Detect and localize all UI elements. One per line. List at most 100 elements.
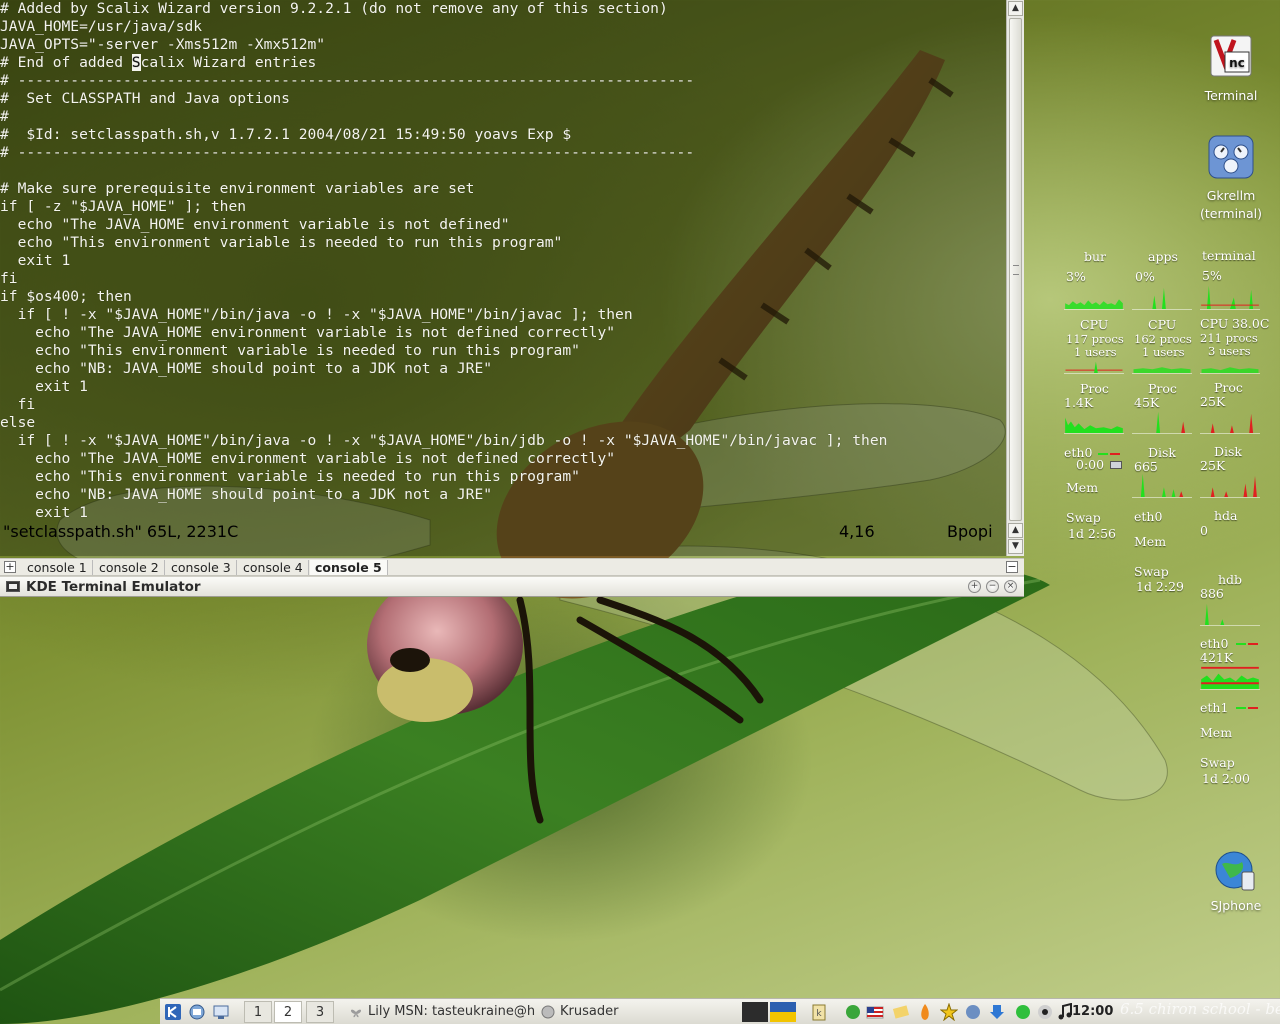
hda-value: 0 [1200, 523, 1208, 538]
desktop-icon-terminal[interactable]: nc Terminal [1196, 34, 1266, 105]
terminal-line: else [0, 414, 36, 431]
keyboard-layout-flag-icon[interactable] [770, 1002, 796, 1022]
eth0-rx-led-icon [1236, 643, 1246, 645]
window-title-bar[interactable]: KDE Terminal Emulator + − × [0, 576, 1024, 597]
svg-text:nc: nc [1229, 56, 1245, 70]
maximize-icon[interactable]: + [968, 580, 981, 593]
scroll-up-arrow-lower-icon[interactable]: ▲ [1008, 523, 1023, 538]
uptime: 1d 2:29 [1136, 579, 1184, 594]
mem-label: Mem [1066, 480, 1099, 495]
pager-desktop-3[interactable]: 3 [306, 1001, 334, 1023]
window-title: KDE Terminal Emulator [26, 579, 201, 595]
terminal-cursor: S [131, 54, 141, 71]
eth0-tx-led-icon [1248, 643, 1258, 645]
sjphone-globe-icon [1215, 851, 1255, 891]
terminal-line: echo "NB: JAVA_HOME should point to a JD… [0, 360, 493, 377]
msn-butterfly-icon [350, 1009, 362, 1018]
terminal-line: if $os400; then [0, 288, 132, 305]
terminal-line: echo "This environment variable is neede… [0, 234, 563, 251]
terminal-line: exit 1 [0, 504, 88, 521]
proc-label: Proc [1214, 380, 1243, 395]
host-label: apps [1148, 249, 1178, 264]
desktop-icon-sjphone[interactable]: SJphone [1200, 846, 1272, 915]
load-graph [1064, 361, 1124, 374]
terminal-scrollbar[interactable]: ▲ ▲ ▼ [1006, 0, 1024, 556]
eye-icon[interactable] [1036, 1003, 1054, 1021]
terminal-line: exit 1 [0, 378, 88, 395]
klipper-icon[interactable]: k [810, 1003, 828, 1021]
scroll-down-arrow-icon[interactable]: ▼ [1008, 539, 1023, 554]
globe-icon[interactable] [964, 1003, 982, 1021]
flame-icon[interactable] [916, 1003, 934, 1021]
tab-console-5[interactable]: console 5 [310, 560, 388, 575]
us-flag-icon[interactable] [866, 1003, 884, 1021]
tab-console-1[interactable]: console 1 [22, 560, 93, 575]
proc-graph [1132, 411, 1192, 434]
cpu-percent: 0% [1135, 269, 1155, 284]
gkrellm-icon [1208, 135, 1254, 179]
hda-label: hda [1214, 508, 1238, 523]
disk-graph [1200, 475, 1260, 498]
vim-status-line: "setclasspath.sh" 65L, 2231C 4,16 Врорі [0, 522, 1006, 541]
clock[interactable]: 12:00 [1072, 1004, 1113, 1019]
terminal-line: echo "NB: JAVA_HOME should point to a JD… [0, 486, 493, 503]
eth0-label: eth0 [1200, 636, 1229, 651]
mem-label: Mem [1200, 725, 1233, 740]
proc-value: 25K [1200, 394, 1226, 409]
tab-console-4[interactable]: console 4 [238, 560, 309, 575]
disk-graph [1132, 473, 1192, 498]
tab-console-2[interactable]: console 2 [94, 560, 165, 575]
network-icon[interactable] [844, 1003, 862, 1021]
green-status-icon[interactable] [1014, 1003, 1032, 1021]
cpu-graph [1200, 285, 1260, 310]
scroll-up-arrow-icon[interactable]: ▲ [1008, 1, 1023, 16]
minimize-icon[interactable]: − [986, 580, 999, 593]
star-icon[interactable] [940, 1003, 958, 1021]
download-arrow-icon[interactable] [988, 1003, 1006, 1021]
eth1-label: eth1 [1200, 700, 1229, 715]
terminal-line: echo "The JAVA_HOME environment variable… [0, 216, 510, 233]
close-icon[interactable]: × [1004, 580, 1017, 593]
terminal-line: # Added by Scalix Wizard version 9.2.2.1… [0, 0, 668, 17]
new-tab-icon[interactable]: + [4, 561, 16, 573]
desktop-icon-label-line2: (terminal) [1200, 206, 1262, 221]
cpu-label: CPU [1148, 317, 1177, 332]
swap-label: Swap [1066, 510, 1101, 525]
swap-label: Swap [1134, 564, 1169, 579]
show-desktop-icon[interactable] [188, 1003, 206, 1021]
task-button-msn[interactable]: Lily MSN: tasteukraine@h [346, 1001, 536, 1023]
hdb-value: 886 [1200, 586, 1224, 601]
wallpaper-credit-text: 6.5 chiron school - belgrade [1120, 1000, 1280, 1018]
terminal-line: # Set CLASSPATH and Java options [0, 90, 290, 107]
eth0-rx-led-icon [1098, 453, 1108, 455]
task-button-krusader[interactable]: Krusader [538, 1001, 698, 1023]
scrollbar-thumb[interactable] [1009, 18, 1022, 521]
terminal-line: fi [0, 396, 36, 413]
task-button-label: Krusader [560, 1004, 619, 1019]
desktop-icon-gkrellm[interactable]: Gkrellm (terminal) [1194, 132, 1268, 223]
tab-console-3[interactable]: console 3 [166, 560, 237, 575]
proc-graph [1200, 413, 1260, 434]
hdb-graph [1200, 603, 1260, 626]
terminal-line: if [ -z "$JAVA_HOME" ]; then [0, 198, 247, 215]
eth1-rx-led-icon [1236, 707, 1246, 709]
close-tab-icon[interactable]: − [1006, 561, 1018, 573]
status-cursor-position: 4,16 [839, 522, 875, 541]
terminal-line: echo "This environment variable is neede… [0, 468, 580, 485]
cpu-percent: 3% [1066, 269, 1086, 284]
terminal-screen[interactable]: # Added by Scalix Wizard version 9.2.2.1… [0, 0, 1006, 556]
swap-label: Swap [1200, 755, 1235, 770]
terminal-line: if [ ! -x "$JAVA_HOME"/bin/java -o ! -x … [0, 432, 888, 449]
konqueror-icon[interactable] [212, 1003, 230, 1021]
eth0-value: 421K [1200, 650, 1234, 665]
pager-desktop-2[interactable]: 2 [274, 1001, 302, 1023]
notes-icon[interactable] [892, 1003, 910, 1021]
mini-pager-dark-icon[interactable] [742, 1002, 768, 1022]
terminal-window[interactable]: # Added by Scalix Wizard version 9.2.2.1… [0, 0, 1024, 598]
eth1-tx-led-icon [1248, 707, 1258, 709]
terminal-window-icon[interactable] [6, 581, 20, 592]
kde-menu-icon[interactable] [164, 1003, 182, 1021]
desktop-icon-label: SJphone [1210, 898, 1262, 913]
pager-desktop-1[interactable]: 1 [244, 1001, 272, 1023]
terminal-line: echo "The JAVA_HOME environment variable… [0, 324, 616, 341]
